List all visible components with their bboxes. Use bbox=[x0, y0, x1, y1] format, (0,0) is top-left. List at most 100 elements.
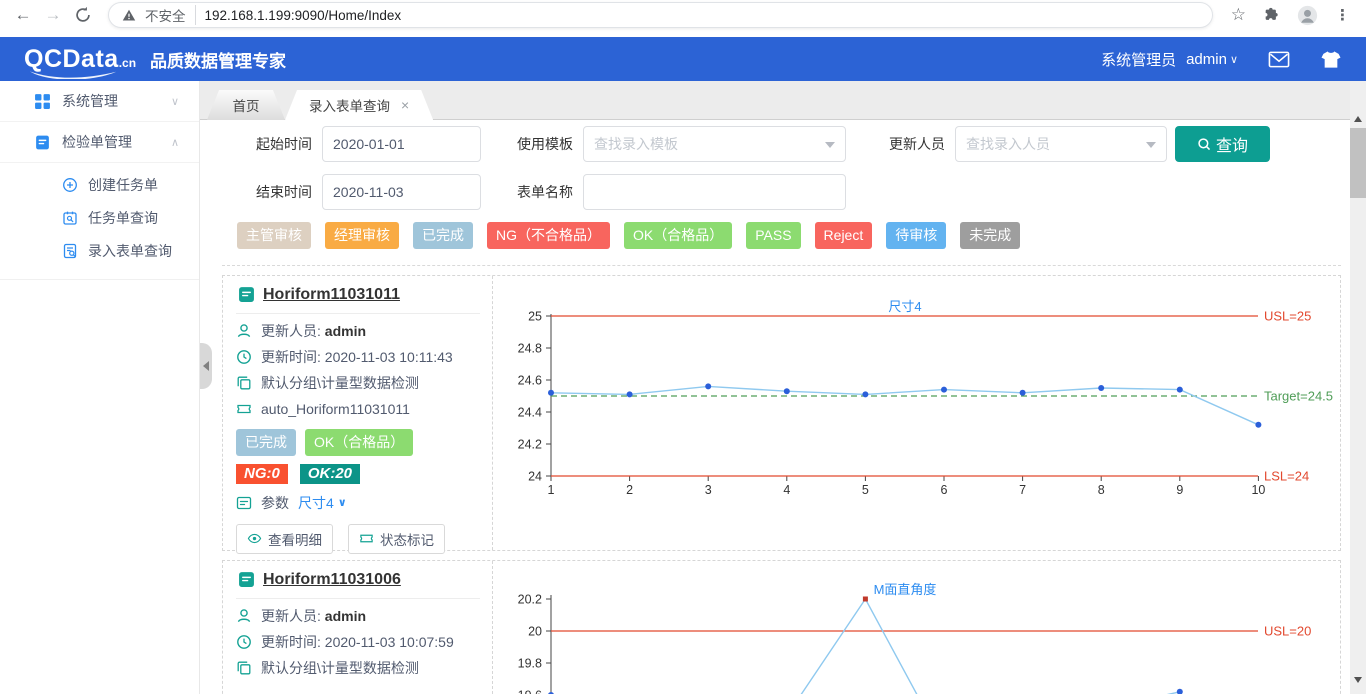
tab-form-query[interactable]: 录入表单查询 bbox=[285, 90, 433, 120]
status-badge-incomplete[interactable]: 未完成 bbox=[960, 222, 1020, 249]
sidebar-item-form-query[interactable]: 录入表单查询 bbox=[0, 234, 199, 267]
scrollbar-down-arrow-icon[interactable] bbox=[1354, 677, 1362, 687]
parameter-select[interactable]: 尺寸4 bbox=[298, 493, 334, 513]
eye-icon bbox=[247, 531, 262, 546]
status-mark-button[interactable]: 状态标记 bbox=[348, 524, 445, 554]
status-filter-row: 主管审核 经理审核 已完成 NG（不合格品） OK（合格品） PASS Reje… bbox=[222, 222, 1341, 249]
parameter-doc-icon bbox=[236, 495, 252, 511]
search-button[interactable]: 查询 bbox=[1175, 126, 1270, 162]
svg-text:4: 4 bbox=[783, 483, 790, 497]
mail-icon[interactable] bbox=[1268, 51, 1290, 68]
filter-row-2: 结束时间 表单名称 bbox=[222, 174, 1341, 210]
browser-toolbar: ← → 不安全 192.168.1.199:9090/Home/Index ☆ … bbox=[0, 0, 1366, 30]
person-icon bbox=[236, 608, 252, 624]
template-select[interactable] bbox=[583, 126, 846, 162]
start-date-input[interactable] bbox=[322, 126, 481, 162]
url-bar[interactable]: 不安全 192.168.1.199:9090/Home/Index bbox=[108, 2, 1213, 28]
svg-text:20.2: 20.2 bbox=[518, 592, 542, 606]
status-badge-reject[interactable]: Reject bbox=[815, 222, 873, 249]
sidebar-item-task-query[interactable]: 任务单查询 bbox=[0, 201, 199, 234]
group-value: 默认分组\计量型数据检测 bbox=[261, 660, 419, 677]
updater-select[interactable] bbox=[955, 126, 1167, 162]
svg-text:5: 5 bbox=[862, 483, 869, 497]
shirt-icon[interactable] bbox=[1320, 50, 1342, 69]
tab-label: 首页 bbox=[233, 95, 260, 115]
sidebar-item-label: 创建任务单 bbox=[88, 175, 158, 195]
browser-avatar[interactable] bbox=[1297, 5, 1318, 26]
svg-text:19.6: 19.6 bbox=[518, 688, 542, 694]
scrollbar-up-arrow-icon[interactable] bbox=[1354, 112, 1362, 122]
ticket-icon bbox=[359, 531, 374, 546]
updater-select-input[interactable] bbox=[955, 126, 1167, 162]
card-buttons-row: 查看明细 状态标记 bbox=[236, 524, 480, 554]
clock-icon bbox=[236, 349, 252, 365]
status-badge-completed[interactable]: 已完成 bbox=[413, 222, 473, 249]
username-dropdown[interactable]: admin bbox=[1186, 51, 1227, 68]
sidebar-submenu: 创建任务单 任务单查询 录入表单查询 bbox=[0, 163, 199, 280]
page-scrollbar[interactable] bbox=[1350, 81, 1366, 694]
time-value: 2020-11-03 10:07:59 bbox=[325, 634, 454, 651]
chevron-down-icon[interactable] bbox=[338, 496, 347, 509]
tab-label: 录入表单查询 bbox=[309, 95, 390, 115]
close-icon[interactable] bbox=[401, 98, 409, 112]
end-date-input[interactable] bbox=[322, 174, 481, 210]
document-search-icon bbox=[62, 243, 78, 259]
time-label: 更新时间: bbox=[261, 634, 321, 651]
form-title-link[interactable]: Horiform11031011 bbox=[263, 286, 400, 304]
sidebar-item-inspection-management[interactable]: 检验单管理 bbox=[0, 122, 199, 163]
sidebar-item-label: 检验单管理 bbox=[62, 132, 132, 152]
status-badge-ok[interactable]: OK（合格品） bbox=[624, 222, 732, 249]
group-row: 默认分组\计量型数据检测 bbox=[236, 375, 480, 392]
browser-forward-icon[interactable]: → bbox=[40, 5, 66, 25]
form-name-input[interactable] bbox=[583, 174, 846, 210]
updater-label: 更新人员: bbox=[261, 323, 321, 340]
svg-text:24: 24 bbox=[528, 469, 542, 483]
tab-home[interactable]: 首页 bbox=[207, 90, 285, 120]
content-area: 首页 录入表单查询 起始时间 使用模板 bbox=[200, 81, 1350, 694]
ng-counter: NG:0 bbox=[236, 464, 288, 484]
browser-chrome-gap bbox=[0, 30, 1366, 37]
warning-triangle-icon[interactable] bbox=[122, 8, 136, 22]
clock-icon bbox=[236, 634, 252, 650]
sidebar-collapse-handle[interactable] bbox=[200, 343, 212, 389]
bookmark-star-icon[interactable]: ☆ bbox=[1231, 5, 1246, 25]
status-badge-pass[interactable]: PASS bbox=[746, 222, 800, 249]
svg-text:20: 20 bbox=[528, 624, 542, 638]
spc-chart-m-angle: M面直角度19.619.82020.2USL=20 bbox=[493, 561, 1338, 694]
browser-menu-icon[interactable]: ⋮ bbox=[1335, 6, 1350, 24]
sidebar-item-system-management[interactable]: 系统管理 bbox=[0, 81, 199, 122]
parameter-label: 参数 bbox=[261, 493, 289, 513]
person-icon bbox=[236, 323, 252, 339]
extensions-puzzle-icon[interactable] bbox=[1263, 7, 1279, 23]
ok-counter: OK:20 bbox=[300, 464, 360, 484]
svg-text:尺寸4: 尺寸4 bbox=[888, 299, 921, 314]
view-detail-button[interactable]: 查看明细 bbox=[236, 524, 333, 554]
app-logo[interactable]: QCData.cn bbox=[24, 47, 136, 72]
status-badge-ng[interactable]: NG（不合格品） bbox=[487, 222, 610, 249]
svg-text:10: 10 bbox=[1251, 483, 1265, 497]
status-badge-manager-review[interactable]: 经理审核 bbox=[325, 222, 399, 249]
chevron-down-icon bbox=[171, 95, 179, 108]
filter-row-1: 起始时间 使用模板 更新人员 bbox=[222, 126, 1341, 162]
svg-text:Target=24.5: Target=24.5 bbox=[1264, 388, 1333, 403]
updater-value: admin bbox=[325, 608, 366, 625]
form-title-link[interactable]: Horiform11031006 bbox=[263, 571, 401, 589]
security-label: 不安全 bbox=[145, 5, 196, 25]
status-badge-pending-review[interactable]: 待审核 bbox=[886, 222, 946, 249]
user-role-label: 系统管理员 bbox=[1101, 49, 1176, 70]
group-row: 默认分组\计量型数据检测 bbox=[236, 660, 480, 677]
sidebar-item-create-task[interactable]: 创建任务单 bbox=[0, 168, 199, 201]
search-button-label: 查询 bbox=[1216, 132, 1248, 156]
scrollbar-thumb[interactable] bbox=[1350, 128, 1366, 198]
logo-suffix: .cn bbox=[119, 56, 136, 70]
main-area: 系统管理 检验单管理 创建任务单 任务单查询 bbox=[0, 81, 1366, 694]
status-badge-supervisor-review[interactable]: 主管审核 bbox=[237, 222, 311, 249]
header-right: 系统管理员 admin bbox=[1101, 49, 1342, 70]
spc-chart-size4: 尺寸42424.224.424.624.82512345678910USL=25… bbox=[493, 276, 1338, 550]
start-date-label: 起始时间 bbox=[222, 134, 312, 154]
svg-text:9: 9 bbox=[1176, 483, 1183, 497]
svg-text:7: 7 bbox=[1019, 483, 1026, 497]
browser-refresh-icon[interactable] bbox=[74, 6, 92, 24]
template-select-input[interactable] bbox=[583, 126, 846, 162]
browser-back-icon[interactable]: ← bbox=[10, 5, 36, 25]
